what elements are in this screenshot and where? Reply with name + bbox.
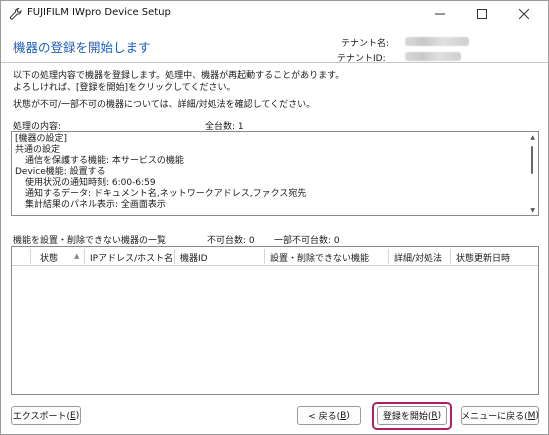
setup-window: FUJIFILM IWpro Device Setup 機器の登録を開始します … [0,0,549,435]
column-divider [388,249,389,264]
maximize-button[interactable] [467,1,497,27]
content-line: 集計結果のパネル表示: 全画面表示 [25,200,166,210]
table-header: 状態 ▲ IPアドレス/ホスト名 機器ID 設置・削除できない機能 詳細/対処法… [12,247,538,266]
header-divider [1,62,548,63]
description-line-1: 以下の処理内容で機器を登録します。処理中、機器が再起動することがあります。 [13,71,345,81]
content-line: 共通の設定 [15,145,61,155]
column-header-updated[interactable]: 状態更新日時 [456,251,510,264]
register-button-suffix: ) [437,410,442,421]
wrench-icon [9,7,22,20]
cannot-count-label: 不可台数: 0 [207,236,255,246]
tenant-name-value-redacted [405,37,469,46]
minimize-button[interactable] [425,1,455,27]
column-divider [84,249,85,264]
scroll-up-icon[interactable]: ▲ [530,134,535,141]
register-button-label: 登録を開始( [382,412,432,422]
content-line: 使用状況の通知時刻: 6:00-6:59 [25,178,156,188]
column-header-device-id[interactable]: 機器ID [180,251,208,264]
export-button-label: エクスポート( [12,412,71,422]
tenant-name-label: テナント名: [341,39,390,49]
back-button[interactable]: < 戻る(B) [297,406,361,425]
tenant-id-value-redacted [405,52,461,61]
close-icon [519,9,529,19]
column-divider [264,249,265,264]
scroll-down-icon[interactable]: ▼ [530,207,535,214]
description-line-3: 状態が不可/一部不可の機器については、詳細/対処法を確認してください。 [13,100,316,110]
sort-ascending-icon: ▲ [74,252,80,260]
column-header-details[interactable]: 詳細/対処法 [394,251,442,264]
device-table[interactable]: 状態 ▲ IPアドレス/ホスト名 機器ID 設置・削除できない機能 詳細/対処法… [11,246,539,395]
content-line: 通信を保護する機能: 本サービスの機能 [25,156,184,166]
register-button[interactable]: 登録を開始(R) [377,406,447,425]
title-bar: FUJIFILM IWpro Device Setup [1,1,548,27]
page-title: 機器の登録を開始します [13,40,151,55]
partial-count-label: 一部不可台数: 0 [274,236,340,246]
back-button-suffix: ) [346,410,350,421]
content-line: [機器の設定] [15,134,68,144]
menu-button-label: メニューに戻る( [461,412,528,422]
description-line-2: よろしければ、[登録を開始]をクリックしてください。 [13,83,236,93]
column-header-status[interactable]: 状態 [40,251,58,264]
menu-button-suffix: ) [535,410,539,421]
column-header-functions[interactable]: 設置・削除できない機能 [270,251,369,264]
export-button-suffix: ) [75,410,80,421]
minimize-icon [435,13,445,15]
maximize-icon [477,9,487,19]
content-line: Device機能: 設置する [15,167,106,177]
close-button[interactable] [509,1,539,27]
device-list-label: 機能を設置・削除できない機器の一覧 [13,236,167,246]
column-divider [450,249,451,264]
processing-content-box[interactable]: [機器の設定] 共通の設定 通信を保護する機能: 本サービスの機能 Device… [11,131,539,216]
export-button[interactable]: エクスポート(E) [11,406,81,425]
back-button-label: < 戻る( [308,412,341,422]
window-title: FUJIFILM IWpro Device Setup [27,7,171,18]
menu-accelerator: M [527,410,536,421]
back-to-menu-button[interactable]: メニューに戻る(M) [461,406,539,425]
column-divider [30,249,31,264]
content-line: 通知するデータ: ドキュメント名,ネットワークアドレス,ファクス宛先 [25,189,307,199]
column-header-ip[interactable]: IPアドレス/ホスト名 [90,251,173,264]
column-divider [174,249,175,264]
scrollbar-thumb[interactable] [531,146,533,174]
